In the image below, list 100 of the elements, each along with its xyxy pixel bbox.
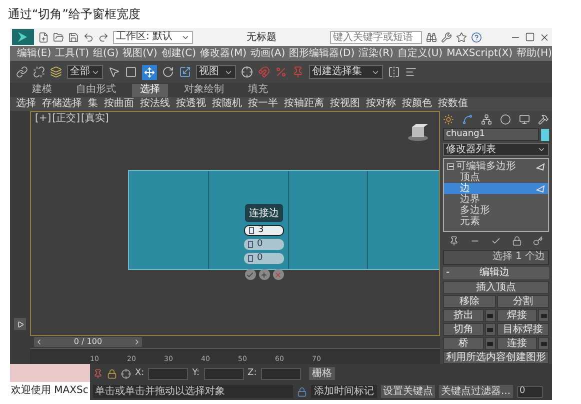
layers-icon[interactable] bbox=[50, 66, 62, 78]
maximize-icon[interactable] bbox=[525, 32, 535, 42]
caddy-spinner-field[interactable]: 0 bbox=[244, 253, 284, 264]
ribbon-tab[interactable]: 选择 bbox=[132, 84, 168, 96]
link-icon[interactable] bbox=[16, 66, 28, 78]
ribbon-tab[interactable]: 对象绘制 bbox=[176, 84, 232, 96]
ribbon-tool[interactable]: 按一半 bbox=[248, 99, 278, 109]
menu-item[interactable]: 图形编辑器(D) bbox=[288, 48, 356, 58]
ribbon-tool[interactable]: 按视图 bbox=[330, 99, 360, 109]
time-slider-thumb[interactable]: 0 / 100 bbox=[34, 337, 142, 347]
motion-tab-icon[interactable] bbox=[500, 114, 511, 125]
modifier-list-dropdown[interactable]: 修改器列表 bbox=[443, 143, 549, 156]
modifier-stack-item[interactable]: 多边形 bbox=[444, 205, 548, 216]
menu-item[interactable]: 动画(A) bbox=[250, 48, 286, 58]
command-button[interactable]: 切角 bbox=[443, 323, 484, 336]
ribbon-tab[interactable]: 建模 bbox=[24, 84, 60, 96]
view-cube-icon[interactable] bbox=[407, 124, 429, 142]
modifier-stack-item[interactable]: 边界 bbox=[444, 194, 548, 206]
help-icon[interactable] bbox=[471, 32, 482, 42]
move-button[interactable] bbox=[142, 64, 157, 80]
confirm-button[interactable] bbox=[244, 269, 256, 280]
command-button[interactable]: 桥 bbox=[443, 337, 484, 350]
command-button[interactable]: 焊接 bbox=[496, 309, 537, 322]
undo-icon[interactable] bbox=[83, 32, 94, 42]
menu-item[interactable]: 创建(C) bbox=[160, 48, 198, 58]
frame-field[interactable]: 0 bbox=[516, 386, 543, 398]
named-selection-dropdown[interactable]: 创建选择集 bbox=[309, 65, 383, 79]
menu-item[interactable]: 帮助(H) bbox=[516, 48, 553, 58]
key-filters-button[interactable]: 关键点过滤器... bbox=[439, 385, 513, 398]
modifier-stack-item[interactable]: 顶点 bbox=[444, 172, 548, 184]
lock-icon[interactable] bbox=[107, 368, 117, 378]
redo-icon[interactable] bbox=[98, 32, 109, 42]
utilities-tab-icon[interactable] bbox=[538, 114, 549, 125]
save-icon[interactable] bbox=[68, 32, 79, 42]
command-button[interactable]: 分割 bbox=[496, 295, 549, 308]
ribbon-tool[interactable]: 选择 bbox=[16, 99, 36, 109]
modify-tab-icon[interactable] bbox=[462, 114, 473, 125]
add-time-tag[interactable]: 添加时间标记 bbox=[311, 385, 377, 398]
menu-item[interactable]: 修改器(M) bbox=[199, 48, 248, 58]
ribbon-tool[interactable]: 按颜色 bbox=[402, 99, 432, 109]
viewport-label[interactable]: [真实] bbox=[81, 114, 109, 124]
ribbon-tool[interactable]: 按随机 bbox=[212, 99, 242, 109]
folder-icon[interactable] bbox=[53, 32, 64, 42]
coordinate-field[interactable] bbox=[148, 368, 188, 380]
rotate-icon[interactable] bbox=[162, 66, 174, 78]
command-button[interactable]: 利用所选内容创建图形 bbox=[443, 351, 549, 364]
ribbon-tool[interactable]: 按数值 bbox=[438, 99, 468, 109]
app-logo-icon[interactable] bbox=[12, 29, 34, 45]
scale-icon[interactable] bbox=[179, 66, 191, 78]
ribbon-tool[interactable]: 按对称 bbox=[366, 99, 396, 109]
unlink-icon[interactable] bbox=[33, 66, 45, 78]
star-icon[interactable] bbox=[456, 32, 467, 42]
caddy-spinner-field[interactable]: 0 bbox=[244, 239, 284, 250]
play-button[interactable] bbox=[14, 318, 26, 330]
command-button[interactable]: 移除 bbox=[443, 295, 496, 308]
object-name-field[interactable]: chuang1 bbox=[443, 128, 539, 142]
viewport-label[interactable]: [+] bbox=[35, 114, 52, 124]
binoculars-icon[interactable] bbox=[426, 32, 437, 42]
menu-item[interactable]: 工具(T) bbox=[54, 48, 90, 58]
command-button[interactable]: 连接 bbox=[496, 337, 537, 350]
rollout-header[interactable]: - 编辑边 bbox=[443, 266, 549, 279]
menu-item[interactable]: 视图(V) bbox=[122, 48, 158, 58]
pin-icon[interactable] bbox=[448, 236, 459, 246]
cancel-button[interactable] bbox=[272, 269, 284, 280]
command-button[interactable]: 插入顶点 bbox=[443, 281, 549, 294]
menu-item[interactable]: 编辑(E) bbox=[16, 48, 52, 58]
ribbon-tool[interactable]: 按法线 bbox=[140, 99, 170, 109]
reference-coordinate-dropdown[interactable]: 视图 bbox=[196, 65, 236, 79]
wrench-icon[interactable] bbox=[441, 32, 452, 42]
lock-icon[interactable] bbox=[297, 386, 307, 396]
menu-item[interactable]: 组(G) bbox=[92, 48, 120, 58]
ribbon-tool[interactable]: 按轴距离 bbox=[284, 99, 324, 109]
coordinate-field[interactable] bbox=[260, 368, 301, 380]
time-slider-track[interactable]: 0 / 100 bbox=[30, 336, 440, 348]
coordinate-field[interactable] bbox=[204, 368, 244, 380]
ribbon-tab[interactable]: 自由形式 bbox=[68, 84, 124, 96]
workspace-dropdown[interactable]: 工作区: 默认 bbox=[113, 30, 193, 44]
ribbon-tool[interactable]: 集 bbox=[88, 99, 98, 109]
hierarchy-tab-icon[interactable] bbox=[481, 114, 492, 125]
display-tab-icon[interactable] bbox=[519, 114, 530, 125]
ribbon-tool[interactable]: 按曲面 bbox=[104, 99, 134, 109]
modifier-stack-item[interactable]: 元素 bbox=[444, 216, 548, 228]
rectangle-select-icon[interactable] bbox=[125, 66, 137, 78]
expand-toggle-icon[interactable] bbox=[447, 163, 454, 170]
menu-item[interactable]: 渲染(R) bbox=[358, 48, 394, 58]
ribbon-tool[interactable]: 按透视 bbox=[176, 99, 206, 109]
modifier-stack-item[interactable]: 边 bbox=[444, 183, 548, 194]
modifier-stack-item[interactable]: 可编辑多边形 bbox=[444, 161, 548, 172]
menu-item[interactable]: 自定义(U) bbox=[396, 48, 444, 58]
close-icon[interactable] bbox=[539, 32, 550, 42]
viewport-label[interactable]: [正交] bbox=[52, 114, 80, 124]
select-icon[interactable] bbox=[108, 66, 120, 78]
ribbon-tab[interactable]: 填充 bbox=[240, 84, 276, 96]
command-button[interactable]: 挤出 bbox=[443, 309, 484, 322]
menu-item[interactable]: MAXScript(X) bbox=[446, 48, 514, 58]
set-key-button[interactable]: 设置关键点 bbox=[381, 385, 435, 398]
create-tab-icon[interactable] bbox=[443, 114, 454, 125]
selection-filter-dropdown[interactable]: 全部 bbox=[67, 65, 103, 79]
command-button[interactable]: 目标焊接 bbox=[496, 323, 549, 336]
apply-button[interactable] bbox=[258, 269, 270, 280]
